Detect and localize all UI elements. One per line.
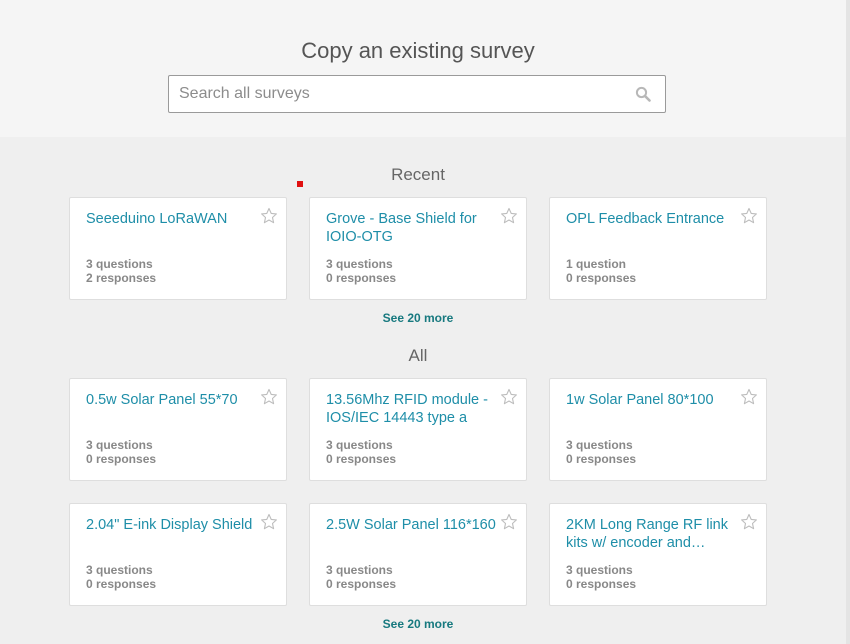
star-icon[interactable] [500,207,518,225]
star-icon[interactable] [740,388,758,406]
star-icon[interactable] [260,513,278,531]
see-more-all-link[interactable]: See 20 more [0,617,836,631]
survey-card-title[interactable]: Grove - Base Shield for IOIO-OTG [326,210,496,246]
see-more-recent-link[interactable]: See 20 more [0,311,836,325]
survey-card-meta: 3 questions 0 responses [566,438,636,466]
response-count: 0 responses [566,452,637,466]
search-icon[interactable] [635,86,651,102]
response-count: 0 responses [566,577,637,591]
response-count: 0 responses [326,452,397,466]
question-count: 3 questions [326,257,393,271]
survey-card[interactable]: 0.5w Solar Panel 55*70 3 questions 0 res… [69,378,287,481]
survey-card-meta: 3 questions 0 responses [326,257,396,285]
survey-card[interactable]: 2.04" E-ink Display Shield 3 questions 0… [69,503,287,606]
survey-card-meta: 3 questions 0 responses [86,438,156,466]
survey-card-meta: 3 questions 0 responses [326,563,396,591]
survey-card[interactable]: 1w Solar Panel 80*100 3 questions 0 resp… [549,378,767,481]
survey-card-title[interactable]: 2.5W Solar Panel 116*160 [326,516,496,534]
question-count: 3 questions [86,563,153,577]
question-count: 1 question [566,257,627,271]
survey-card[interactable]: 2.5W Solar Panel 116*160 3 questions 0 r… [309,503,527,606]
survey-card-meta: 3 questions 2 responses [86,257,156,285]
survey-card-title[interactable]: Seeeduino LoRaWAN [86,210,256,228]
survey-card-title[interactable]: OPL Feedback Entrance [566,210,736,228]
survey-card-meta: 1 question 0 responses [566,257,636,285]
survey-card[interactable]: 13.56Mhz RFID module - IOS/IEC 14443 typ… [309,378,527,481]
survey-card[interactable]: Seeeduino LoRaWAN 3 questions 2 response… [69,197,287,300]
question-count: 3 questions [326,563,393,577]
question-count: 3 questions [86,257,153,271]
star-icon[interactable] [740,207,758,225]
survey-card-title[interactable]: 1w Solar Panel 80*100 [566,391,736,409]
survey-card-meta: 3 questions 0 responses [86,563,156,591]
star-icon[interactable] [500,513,518,531]
star-icon[interactable] [260,207,278,225]
survey-card-meta: 3 questions 0 responses [326,438,396,466]
survey-card[interactable]: Grove - Base Shield for IOIO-OTG 3 quest… [309,197,527,300]
survey-card-title[interactable]: 2KM Long Range RF link kits w/ encoder a… [566,516,736,552]
response-count: 0 responses [326,271,397,285]
page-title: Copy an existing survey [301,38,535,63]
search-header: Copy an existing survey [0,0,846,137]
survey-card[interactable]: 2KM Long Range RF link kits w/ encoder a… [549,503,767,606]
response-count: 2 responses [86,271,157,285]
response-count: 0 responses [86,577,157,591]
star-icon[interactable] [260,388,278,406]
survey-card[interactable]: OPL Feedback Entrance 1 question 0 respo… [549,197,767,300]
response-count: 0 responses [566,271,637,285]
survey-copy-page: Copy an existing survey Recent Seeeduino… [0,0,850,644]
question-count: 3 questions [566,563,633,577]
survey-card-title[interactable]: 13.56Mhz RFID module - IOS/IEC 14443 typ… [326,391,496,427]
star-icon[interactable] [500,388,518,406]
search-box[interactable] [168,75,666,113]
all-heading: All [408,346,428,365]
response-count: 0 responses [326,577,397,591]
recent-heading: Recent [391,165,445,184]
response-count: 0 responses [86,452,157,466]
question-count: 3 questions [566,438,633,452]
question-count: 3 questions [86,438,153,452]
survey-card-meta: 3 questions 0 responses [566,563,636,591]
scrollbar-track[interactable] [846,0,850,644]
survey-card-title[interactable]: 0.5w Solar Panel 55*70 [86,391,256,409]
question-count: 3 questions [326,438,393,452]
star-icon[interactable] [740,513,758,531]
search-input[interactable] [169,76,624,112]
survey-card-title[interactable]: 2.04" E-ink Display Shield [86,516,256,534]
